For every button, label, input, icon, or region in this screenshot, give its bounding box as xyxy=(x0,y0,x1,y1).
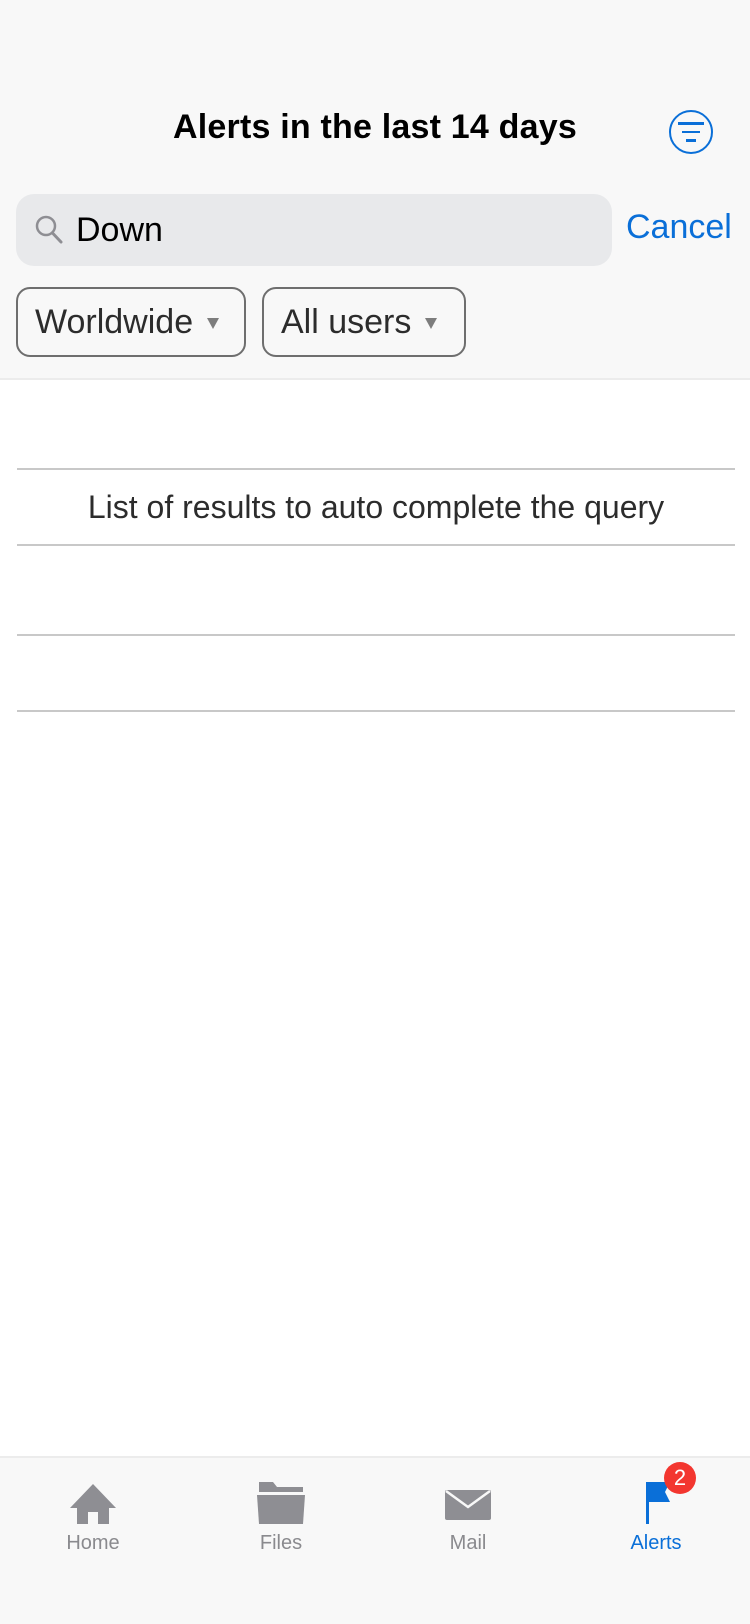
list-item[interactable] xyxy=(17,636,735,710)
tab-alerts-label: Alerts xyxy=(630,1532,682,1554)
tab-bar: Home Files Mail Alerts xyxy=(0,1456,750,1624)
header: Alerts in the last 14 days Cancel Worldw… xyxy=(0,0,750,380)
tab-alerts[interactable]: Alerts xyxy=(581,1458,731,1568)
list-item[interactable] xyxy=(17,546,735,634)
search-bar[interactable] xyxy=(16,194,612,266)
tab-files-label: Files xyxy=(259,1532,303,1554)
cancel-button[interactable]: Cancel xyxy=(626,208,732,247)
list-item[interactable]: List of results to auto complete the que… xyxy=(17,470,735,544)
filter-icon xyxy=(678,122,704,125)
tab-home[interactable]: Home xyxy=(18,1458,168,1568)
list-item[interactable] xyxy=(17,380,735,468)
mail-icon xyxy=(445,1489,491,1520)
home-icon xyxy=(70,1484,116,1524)
region-dropdown-label: Worldwide xyxy=(35,302,194,341)
tab-mail-label: Mail xyxy=(449,1532,487,1554)
filter-button[interactable] xyxy=(669,110,713,154)
search-input[interactable] xyxy=(76,194,596,266)
caret-down-icon xyxy=(425,317,438,329)
users-dropdown-label: All users xyxy=(281,302,412,341)
list-item-text: List of results to auto complete the que… xyxy=(87,488,665,525)
search-icon xyxy=(35,215,63,244)
region-dropdown[interactable]: Worldwide xyxy=(16,287,246,357)
page-title: Alerts in the last 14 days xyxy=(173,108,577,146)
tab-home-label: Home xyxy=(66,1532,120,1554)
folder-icon xyxy=(257,1482,305,1524)
filter-icon-line xyxy=(682,130,700,134)
alerts-badge: 2 xyxy=(664,1462,696,1494)
users-dropdown[interactable]: All users xyxy=(262,287,466,357)
filter-icon-line xyxy=(686,139,696,142)
caret-down-icon xyxy=(207,317,220,329)
tab-files[interactable]: Files xyxy=(206,1458,356,1568)
divider xyxy=(17,710,735,712)
tab-mail[interactable]: Mail xyxy=(393,1458,543,1568)
